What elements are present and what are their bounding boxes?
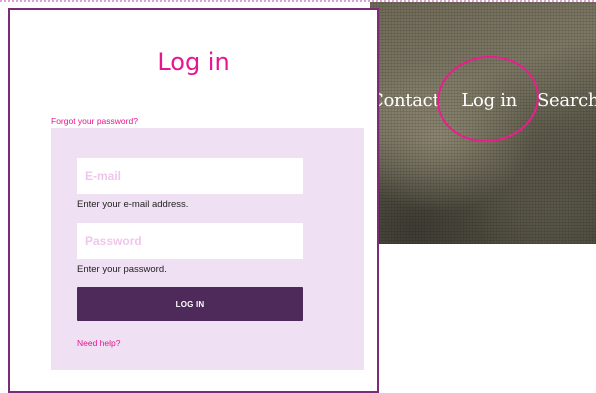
forgot-password-link[interactable]: Forgot your password? (51, 116, 138, 126)
login-title: Log in (157, 48, 230, 76)
password-field[interactable]: Password (77, 223, 303, 259)
nav-item-search[interactable]: Search (537, 90, 596, 111)
password-hint: Enter your password. (77, 264, 167, 275)
nav-item-contact[interactable]: Contact (370, 90, 440, 111)
login-button[interactable]: LOG IN (77, 287, 303, 321)
need-help-link[interactable]: Need help? (77, 338, 120, 348)
login-form: E-mail Enter your e-mail address. Passwo… (51, 128, 364, 370)
login-panel: Log in Forgot your password? E-mail Ente… (8, 8, 379, 393)
email-field[interactable]: E-mail (77, 158, 303, 194)
email-hint: Enter your e-mail address. (77, 199, 189, 210)
